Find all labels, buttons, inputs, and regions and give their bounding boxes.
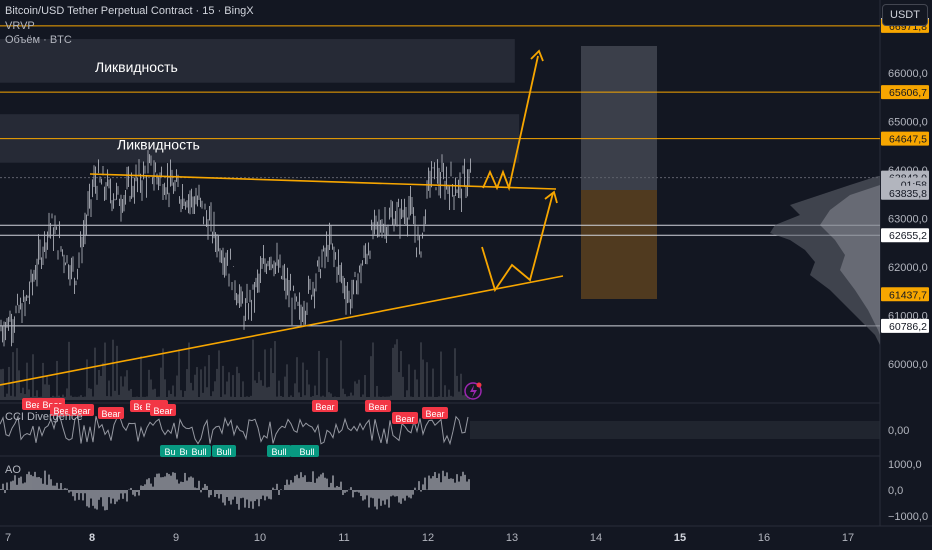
gray-projection-zone	[581, 46, 657, 190]
time-axis-label: 10	[254, 532, 266, 544]
price-axis-tick: 63000,0	[888, 214, 928, 226]
price-tag-label: 61437,7	[889, 289, 927, 301]
liquidity-zone-label: Ликвидность	[95, 59, 178, 75]
chart-canvas[interactable]: ЛиквидностьЛиквидностьBearBearBear Bear Be…	[0, 0, 932, 550]
time-axis-label: 11	[338, 532, 349, 544]
orange-projection-zone	[581, 190, 657, 299]
ao-indicator-label[interactable]: AO	[5, 464, 21, 476]
ao-axis-tick: −1000,0	[888, 511, 928, 523]
time-axis-label: 16	[758, 532, 770, 544]
price-axis-tick: 66000,0	[888, 68, 928, 80]
ao-axis-tick: 0,0	[888, 485, 903, 497]
currency-button[interactable]: USDT	[882, 4, 928, 26]
bear-tag-label: Bear	[425, 409, 444, 419]
bear-tag-label: Bear	[153, 406, 172, 416]
time-axis-label: 12	[422, 532, 434, 544]
time-axis-label: 17	[842, 532, 854, 544]
price-tag-label: 64647,5	[889, 134, 927, 146]
cci-band	[470, 421, 880, 439]
bull-tag-label: Bull	[299, 447, 314, 457]
indicator-volume-label[interactable]: Объём · BTC	[5, 34, 72, 46]
time-axis-label: 15	[674, 532, 686, 544]
bear-tag-label: Bear	[395, 414, 414, 424]
indicator-vrvp-label[interactable]: VRVP	[5, 20, 35, 32]
time-axis-label: 9	[173, 532, 179, 544]
price-tag-label: 62655,2	[889, 230, 927, 242]
bull-tag-label: Bull	[271, 447, 286, 457]
price-axis-tick: 65000,0	[888, 117, 928, 129]
price-tag-label: 65606,7	[889, 87, 927, 99]
time-axis-label: 8	[89, 532, 95, 544]
alert-dot-icon	[476, 382, 482, 388]
price-axis-tick: 62000,0	[888, 262, 928, 274]
price-axis-tick: 60000,0	[888, 359, 928, 371]
bull-tag-label: Bull	[191, 447, 206, 457]
bear-tag-label: Bear	[368, 402, 387, 412]
price-tag-label: 60786,2	[889, 321, 927, 333]
time-axis-label: 14	[590, 532, 602, 544]
time-axis-label: 7	[5, 532, 11, 544]
symbol-title[interactable]: Bitcoin/USD Tether Perpetual Contract · …	[5, 5, 254, 17]
liquidity-zone	[0, 39, 515, 83]
bull-tag-label: Bull	[216, 447, 231, 457]
bear-tag-label: Bear	[315, 402, 334, 412]
bear-tag-label: Bear	[101, 409, 120, 419]
time-axis-label: 13	[506, 532, 518, 544]
cci-indicator-label[interactable]: CCI Divergence	[5, 411, 83, 423]
ao-axis-tick: 1000,0	[888, 459, 922, 471]
price-tag-label: 63835,8	[889, 188, 927, 200]
cci-axis-tick: 0,00	[888, 425, 909, 437]
